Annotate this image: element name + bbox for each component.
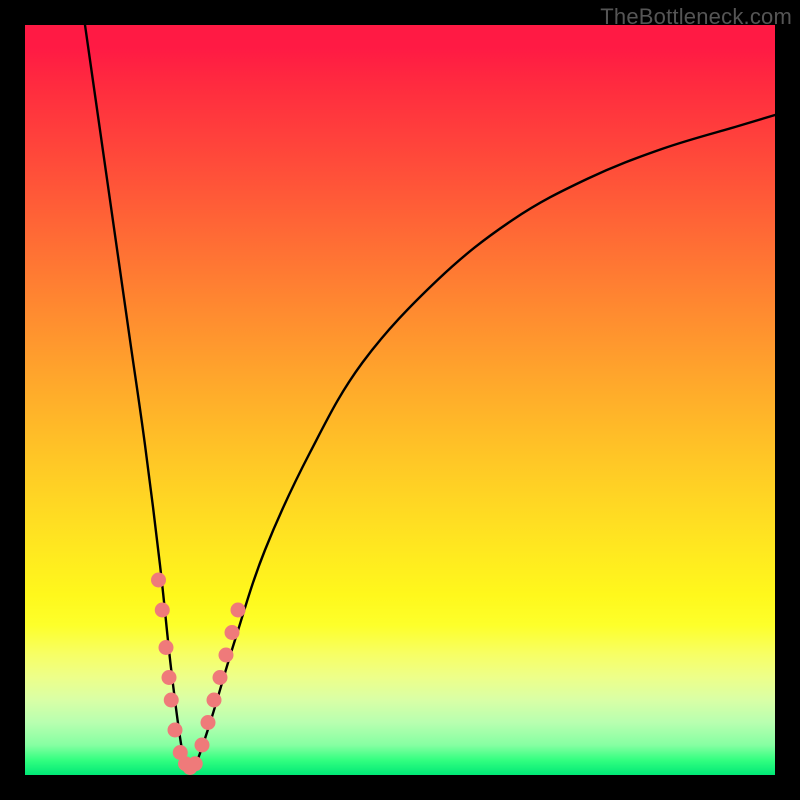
highlight-dot xyxy=(231,603,246,618)
curve-layer xyxy=(25,25,775,775)
chart-stage: TheBottleneck.com xyxy=(0,0,800,800)
highlight-dot xyxy=(159,640,174,655)
highlight-dot xyxy=(213,670,228,685)
highlight-dot xyxy=(219,648,234,663)
highlight-dot xyxy=(168,723,183,738)
highlight-dot xyxy=(201,715,216,730)
highlight-dot xyxy=(162,670,177,685)
plot-area xyxy=(25,25,775,775)
highlight-dot xyxy=(151,573,166,588)
highlight-dot xyxy=(188,756,203,771)
highlight-dot xyxy=(225,625,240,640)
highlight-dot xyxy=(195,738,210,753)
highlight-dot xyxy=(164,693,179,708)
highlight-dot xyxy=(207,693,222,708)
watermark-text: TheBottleneck.com xyxy=(600,4,792,30)
highlight-dot xyxy=(155,603,170,618)
bottleneck-curve xyxy=(85,25,775,772)
